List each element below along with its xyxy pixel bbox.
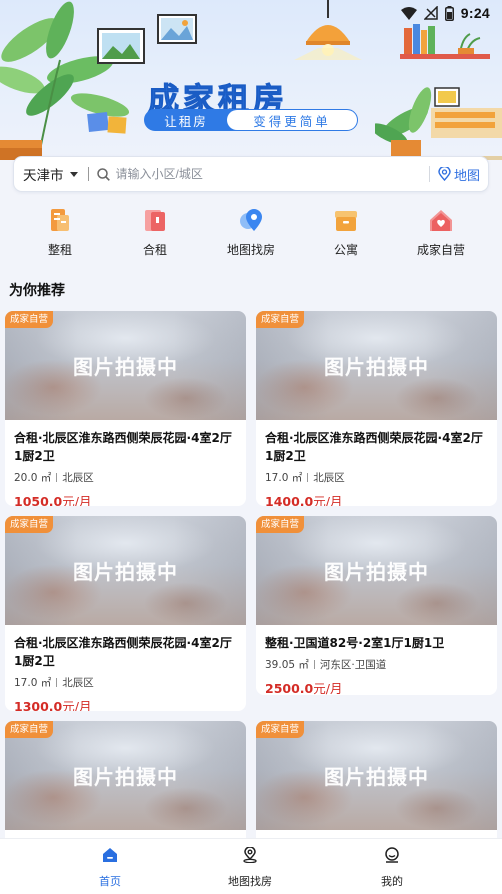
self-operated-badge: 成家自营 <box>256 721 305 738</box>
listing-image: 成家自营 图片拍摄中 <box>256 516 497 625</box>
divider <box>307 473 309 482</box>
listing-card[interactable]: 成家自营 图片拍摄中 整租·卫国道82号·2室1厅1厨1卫 39.05 ㎡ 河东… <box>256 516 497 695</box>
listing-card[interactable]: 成家自营 图片拍摄中 <box>5 721 246 851</box>
tab-map-search[interactable]: 地图找房 <box>200 847 300 889</box>
listing-meta: 17.0 ㎡ 北辰区 <box>265 470 489 485</box>
divider <box>56 678 58 687</box>
price-value: 1300.0 <box>14 699 63 711</box>
image-placeholder-text: 图片拍摄中 <box>73 560 178 584</box>
map-location-icon <box>243 847 257 863</box>
tab-profile[interactable]: 我的 <box>342 847 442 889</box>
profile-icon <box>385 847 399 863</box>
price-value: 1400.0 <box>265 494 314 506</box>
listing-image: 成家自营 图片拍摄中 <box>256 311 497 420</box>
listing-price: 1050.0元/月 <box>14 491 238 506</box>
price-value: 2500.0 <box>265 681 314 695</box>
listing-area: 20.0 ㎡ <box>14 472 52 484</box>
tab-label: 地图找房 <box>228 875 272 888</box>
listing-district: 北辰区 <box>62 472 94 484</box>
image-placeholder-text: 图片拍摄中 <box>324 560 429 584</box>
listing-card[interactable]: 成家自营 图片拍摄中 <box>256 721 497 851</box>
listing-meta: 17.0 ㎡ 北辰区 <box>14 675 238 690</box>
self-operated-badge: 成家自营 <box>256 311 305 328</box>
listing-card[interactable]: 成家自营 图片拍摄中 合租·北辰区淮东路西侧荣辰花园·4室2厅1厨2卫 17.0… <box>256 311 497 506</box>
price-unit: 元/月 <box>62 494 92 506</box>
listing-area: 17.0 ㎡ <box>265 472 303 484</box>
listing-title: 合租·北辰区淮东路西侧荣辰花园·4室2厅1厨2卫 <box>14 431 232 463</box>
image-placeholder-text: 图片拍摄中 <box>324 765 429 789</box>
listing-area: 39.05 ㎡ <box>265 659 309 671</box>
listing-district: 河东区·卫国道 <box>319 659 387 671</box>
listing-image: 成家自营 图片拍摄中 <box>5 516 246 625</box>
divider <box>313 660 315 669</box>
listing-image: 成家自营 图片拍摄中 <box>5 721 246 830</box>
price-unit: 元/月 <box>62 699 92 711</box>
listing-card[interactable]: 成家自营 图片拍摄中 合租·北辰区淮东路西侧荣辰花园·4室2厅1厨2卫 17.0… <box>5 516 246 711</box>
price-value: 1050.0 <box>14 494 63 506</box>
home-icon <box>103 848 117 862</box>
listing-title: 合租·北辰区淮东路西侧荣辰花园·4室2厅1厨2卫 <box>14 636 232 668</box>
price-unit: 元/月 <box>313 681 343 695</box>
listing-price: 1400.0元/月 <box>265 491 489 506</box>
listing-district: 北辰区 <box>313 472 345 484</box>
bottom-tab-bar: 首页 地图找房 我的 <box>0 838 502 894</box>
listing-area: 17.0 ㎡ <box>14 677 52 689</box>
listing-image: 成家自营 图片拍摄中 <box>5 311 246 420</box>
listing-grid: 成家自营 图片拍摄中 合租·北辰区淮东路西侧荣辰花园·4室2厅1厨2卫 20.0… <box>0 0 502 894</box>
image-placeholder-text: 图片拍摄中 <box>73 355 178 379</box>
listing-price: 1300.0元/月 <box>14 696 238 711</box>
listing-title: 合租·北辰区淮东路西侧荣辰花园·4室2厅1厨2卫 <box>265 431 483 463</box>
listing-image: 成家自营 图片拍摄中 <box>256 721 497 830</box>
listing-meta: 39.05 ㎡ 河东区·卫国道 <box>265 657 489 672</box>
self-operated-badge: 成家自营 <box>256 516 305 533</box>
divider <box>56 473 58 482</box>
tab-home[interactable]: 首页 <box>60 847 160 889</box>
listing-card[interactable]: 成家自营 图片拍摄中 合租·北辰区淮东路西侧荣辰花园·4室2厅1厨2卫 20.0… <box>5 311 246 506</box>
image-placeholder-text: 图片拍摄中 <box>324 355 429 379</box>
listing-district: 北辰区 <box>62 677 94 689</box>
price-unit: 元/月 <box>313 494 343 506</box>
tab-label: 我的 <box>381 875 403 888</box>
self-operated-badge: 成家自营 <box>5 721 54 738</box>
image-placeholder-text: 图片拍摄中 <box>73 765 178 789</box>
self-operated-badge: 成家自营 <box>5 311 54 328</box>
tab-label: 首页 <box>99 875 121 888</box>
self-operated-badge: 成家自营 <box>5 516 54 533</box>
listing-title: 整租·卫国道82号·2室1厅1厨1卫 <box>265 636 445 650</box>
listing-price: 2500.0元/月 <box>265 678 489 695</box>
listing-meta: 20.0 ㎡ 北辰区 <box>14 470 238 485</box>
